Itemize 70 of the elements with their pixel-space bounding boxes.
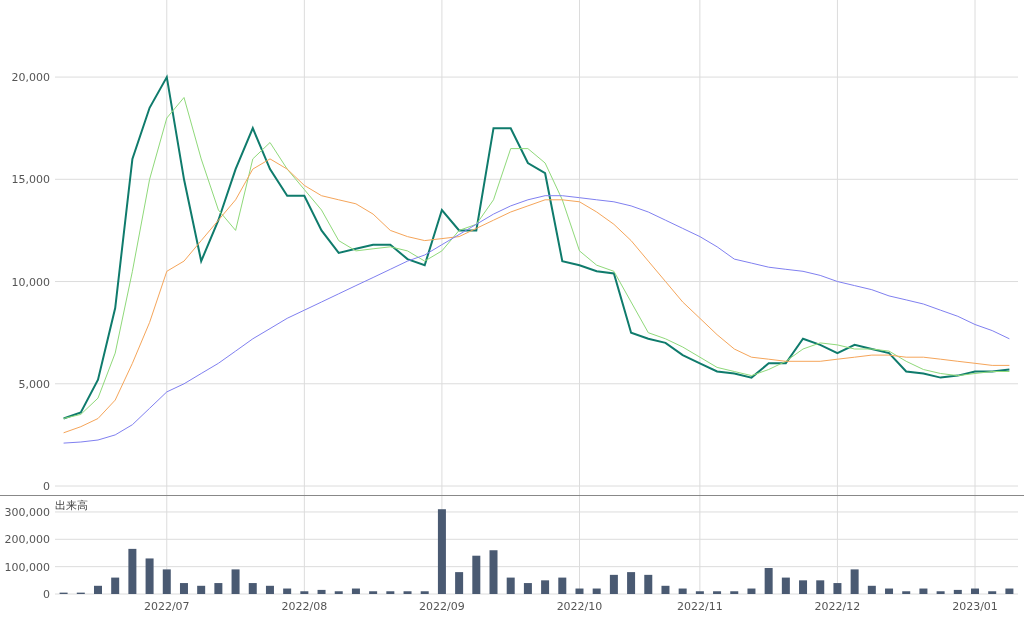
- x-tick-label: 2022/08: [281, 600, 328, 613]
- volume-bar: [317, 589, 326, 594]
- volume-bar: [713, 591, 722, 594]
- chart-title: 出来高: [55, 499, 88, 512]
- volume-bar: [730, 591, 739, 594]
- volume-bar: [386, 591, 395, 594]
- x-tick-label: 2022/09: [419, 600, 465, 613]
- y-tick-label: 10,000: [11, 275, 50, 289]
- volume-bar: [971, 588, 979, 594]
- volume-bar: [541, 580, 550, 594]
- volume-bar: [919, 588, 928, 594]
- volume-bar: [1005, 588, 1014, 594]
- volume-bar: [902, 591, 911, 594]
- volume-bar: [128, 548, 137, 594]
- y-tick-label: 100,000: [4, 560, 50, 574]
- volume-bar: [764, 568, 773, 594]
- volume-bar: [265, 585, 274, 594]
- y-tick-label: 300,000: [4, 505, 50, 519]
- volume-bar: [747, 588, 756, 594]
- volume-bar: [179, 583, 188, 594]
- volume-bar: [489, 550, 498, 594]
- volume-bar: [988, 591, 997, 594]
- volume-bar: [523, 583, 532, 594]
- volume-bar: [94, 585, 102, 594]
- volume-bar: [455, 572, 464, 594]
- volume-bar: [850, 569, 859, 594]
- y-tick-label: 200,000: [4, 533, 50, 547]
- volume-bar: [214, 583, 223, 594]
- volume-bar: [472, 555, 481, 594]
- y-tick-label: 20,000: [11, 71, 50, 85]
- volume-bar: [300, 591, 309, 594]
- volume-bar: [575, 588, 584, 594]
- x-tick-label: 2023/01: [952, 600, 998, 613]
- x-tick-label: 2022/10: [556, 600, 603, 613]
- volume-bar: [678, 588, 687, 594]
- volume-bar: [936, 591, 945, 594]
- volume-bar: [351, 588, 360, 594]
- volume-bar: [644, 574, 653, 594]
- volume-bar: [506, 577, 515, 594]
- volume-bar: [627, 572, 636, 594]
- volume-bar: [403, 591, 412, 594]
- volume-bar: [231, 569, 240, 594]
- volume-bar: [953, 589, 962, 594]
- y-tick-label: 5,000: [18, 377, 50, 391]
- volume-bar: [420, 591, 429, 594]
- volume-bar: [799, 580, 808, 594]
- volume-bar: [867, 585, 876, 594]
- volume-bar: [369, 591, 378, 594]
- y-tick-label: 0: [43, 588, 50, 601]
- volume-bar: [558, 577, 567, 594]
- volume-bar: [781, 577, 790, 594]
- volume-bar: [816, 580, 825, 594]
- volume-bar: [283, 588, 292, 594]
- volume-bar: [885, 588, 894, 594]
- x-tick-label: 2022/11: [677, 600, 723, 613]
- volume-bar: [111, 577, 120, 594]
- x-tick-label: 2022/07: [143, 600, 190, 613]
- volume-bar: [592, 588, 601, 594]
- y-tick-label: 0: [43, 480, 50, 493]
- y-tick-label: 15,000: [11, 173, 50, 187]
- volume-bar: [248, 583, 257, 594]
- volume-bar: [695, 591, 704, 594]
- volume-bar: [145, 558, 154, 594]
- x-tick-label: 2022/12: [814, 600, 861, 613]
- volume-bar: [197, 585, 206, 594]
- volume-bar: [162, 569, 171, 594]
- volume-bar: [334, 591, 343, 594]
- volume-bar: [833, 583, 842, 594]
- volume-bar: [661, 585, 670, 594]
- volume-bar: [609, 574, 618, 594]
